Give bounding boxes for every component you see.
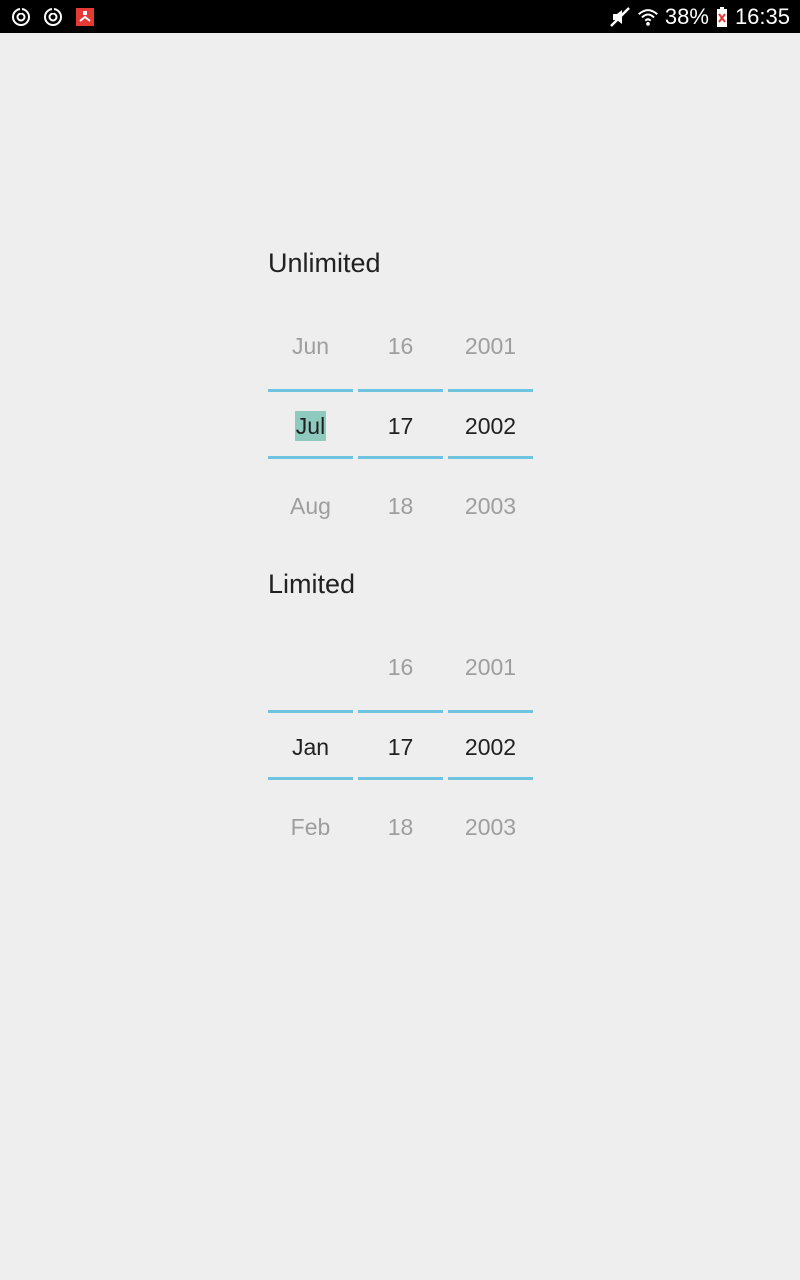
- year-prev[interactable]: 2001: [448, 647, 533, 687]
- month-current-label[interactable]: Jul: [294, 411, 327, 441]
- month-prev[interactable]: Jun: [268, 326, 353, 366]
- selection-divider: [358, 456, 443, 459]
- month-next[interactable]: Feb: [268, 807, 353, 847]
- mute-icon: [609, 6, 631, 28]
- month-spinner[interactable]: Jan Feb: [268, 627, 353, 867]
- battery-percent: 38%: [664, 4, 709, 29]
- system-status: 38% 16:35: [609, 2, 790, 32]
- day-next[interactable]: 18: [358, 807, 443, 847]
- selection-divider: [448, 389, 533, 392]
- day-prev[interactable]: 16: [358, 326, 443, 366]
- day-current[interactable]: 17: [358, 727, 443, 767]
- month-current[interactable]: Jan: [268, 727, 353, 767]
- year-prev[interactable]: 2001: [448, 326, 533, 366]
- status-bar: 38% 16:35: [0, 0, 800, 33]
- unlimited-date-picker[interactable]: Jun Jul Aug 16 17 18 2001 2002 2003: [268, 306, 538, 546]
- month-spinner[interactable]: Jun Jul Aug: [268, 306, 353, 546]
- selection-divider: [268, 710, 353, 713]
- wifi-icon: [637, 6, 659, 28]
- selection-divider: [448, 777, 533, 780]
- year-next[interactable]: 2003: [448, 486, 533, 526]
- month-current[interactable]: Jul: [268, 406, 353, 446]
- selection-divider: [268, 389, 353, 392]
- selection-divider: [358, 710, 443, 713]
- battery-icon: [715, 6, 729, 28]
- selection-divider: [448, 710, 533, 713]
- year-current[interactable]: 2002: [448, 406, 533, 446]
- sync-icon: [10, 6, 32, 28]
- limited-title: Limited: [268, 569, 356, 599]
- notification-icons: [10, 6, 96, 28]
- year-current[interactable]: 2002: [448, 727, 533, 767]
- selection-divider: [358, 389, 443, 392]
- year-spinner[interactable]: 2001 2002 2003: [448, 627, 533, 867]
- app-notification-icon: [74, 6, 96, 28]
- month-prev[interactable]: [268, 647, 353, 687]
- selection-divider: [268, 777, 353, 780]
- year-spinner[interactable]: 2001 2002 2003: [448, 306, 533, 546]
- day-prev[interactable]: 16: [358, 647, 443, 687]
- day-next[interactable]: 18: [358, 486, 443, 526]
- day-current[interactable]: 17: [358, 406, 443, 446]
- selection-divider: [268, 456, 353, 459]
- day-spinner[interactable]: 16 17 18: [358, 306, 443, 546]
- clock: 16:35: [734, 4, 790, 29]
- unlimited-title: Unlimited: [268, 248, 381, 278]
- day-spinner[interactable]: 16 17 18: [358, 627, 443, 867]
- year-next[interactable]: 2003: [448, 807, 533, 847]
- sync-icon: [42, 6, 64, 28]
- limited-date-picker[interactable]: Jan Feb 16 17 18 2001 2002 2003: [268, 627, 538, 867]
- month-next[interactable]: Aug: [268, 486, 353, 526]
- selection-divider: [448, 456, 533, 459]
- selection-divider: [358, 777, 443, 780]
